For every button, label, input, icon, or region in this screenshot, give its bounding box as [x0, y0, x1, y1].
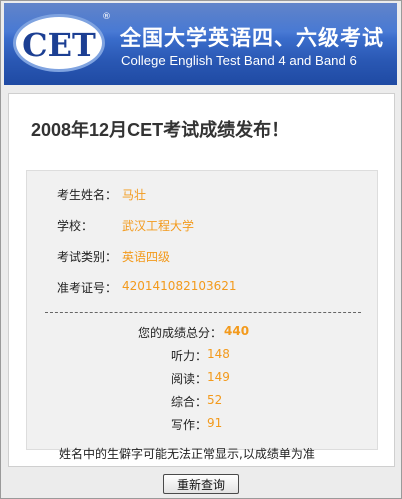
listening-label: 听力：: [170, 349, 207, 363]
total-score-label: 您的成绩总分：: [137, 326, 222, 340]
page-title: 2008年12月CET考试成绩发布！: [31, 120, 290, 140]
candidate-name-value: 马壮: [122, 188, 147, 202]
integrated-value: 52: [207, 393, 223, 407]
writing-value: 91: [207, 416, 223, 430]
name-display-note: 姓名中的生僻字可能无法正常显示,以成绩单为准: [59, 447, 315, 461]
school-value: 武汉工程大学: [122, 219, 195, 233]
writing-label: 写作：: [170, 418, 207, 432]
reading-value: 149: [207, 370, 230, 384]
results-panel: 2008年12月CET考试成绩发布！ 考生姓名： 马壮 学校： 武汉工程大学 考…: [8, 93, 395, 467]
divider: [45, 312, 361, 313]
cet-logo: CET: [13, 14, 105, 72]
listening-value: 148: [207, 347, 230, 361]
school-label: 学校：: [57, 219, 94, 233]
integrated-label: 综合：: [170, 395, 207, 409]
reading-label: 阅读：: [170, 372, 207, 386]
banner-title-cn: 全国大学英语四、六级考试: [120, 26, 384, 50]
registered-mark: ®: [102, 12, 111, 22]
score-info-box: 考生姓名： 马壮 学校： 武汉工程大学 考试类别： 英语四级 准考证号： 420…: [26, 170, 378, 450]
logo-text: CET: [22, 26, 96, 64]
cet-banner: CET ® 全国大学英语四、六级考试 College English Test …: [4, 3, 397, 85]
requery-button[interactable]: 重新查询: [163, 474, 239, 494]
exam-type-label: 考试类别：: [57, 250, 118, 264]
ticket-number-value: 420141082103621: [122, 279, 237, 293]
banner-title-en: College English Test Band 4 and Band 6: [121, 53, 357, 68]
exam-type-value: 英语四级: [122, 250, 171, 264]
ticket-number-label: 准考证号：: [57, 281, 118, 295]
candidate-name-label: 考生姓名：: [57, 188, 118, 202]
total-score-value: 440: [224, 324, 250, 338]
